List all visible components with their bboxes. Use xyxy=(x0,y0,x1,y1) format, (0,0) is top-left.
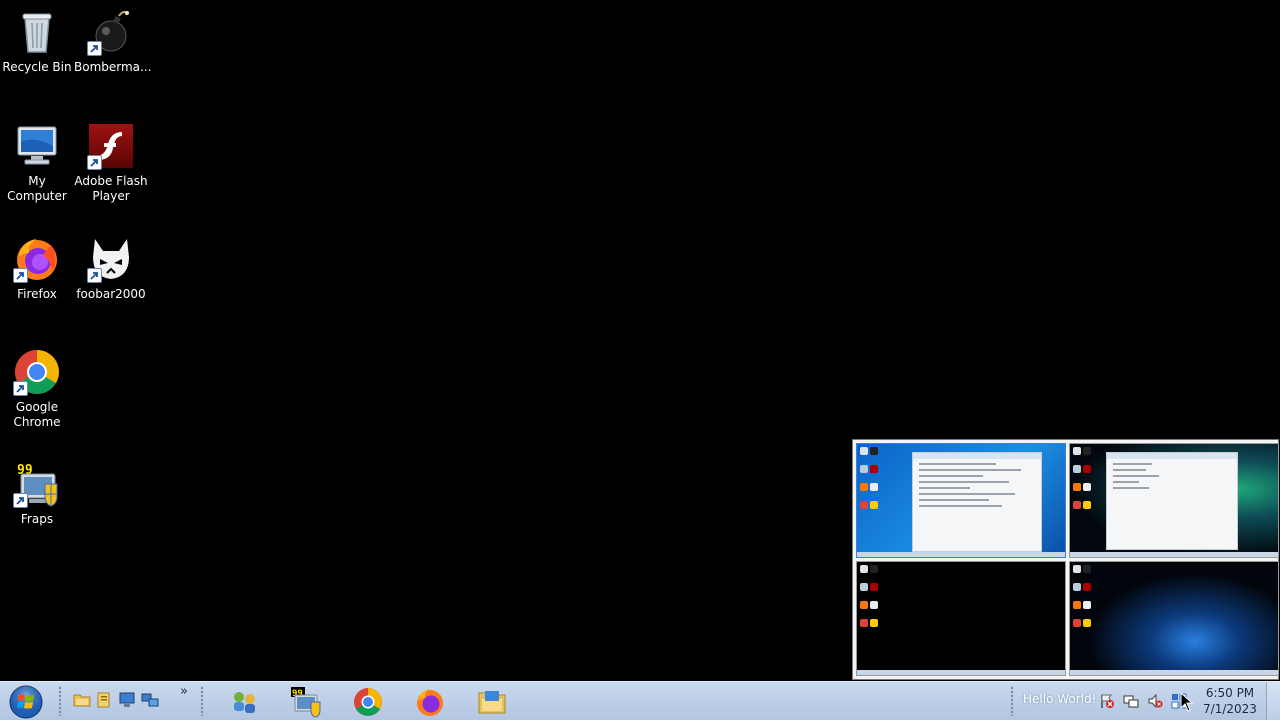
flag-icon xyxy=(1101,694,1114,708)
tray-message: Hello World! xyxy=(1023,692,1097,706)
shortcut-arrow-icon xyxy=(87,41,102,56)
workspace-1-thumbnail[interactable] xyxy=(856,443,1066,558)
workspace-3-thumbnail[interactable] xyxy=(856,561,1066,676)
windows-logo-icon xyxy=(9,685,43,719)
tray-volume[interactable] xyxy=(1147,693,1163,709)
toolbar-grip[interactable] xyxy=(200,686,204,716)
quick-launch-network[interactable] xyxy=(140,690,160,710)
shortcut-arrow-icon xyxy=(13,268,28,283)
mini-window xyxy=(912,452,1042,552)
desktop-icon-fraps[interactable]: 99 Fraps xyxy=(0,460,74,527)
network-icon xyxy=(1123,695,1139,708)
bomb-icon xyxy=(87,8,135,56)
chrome-icon xyxy=(13,348,61,396)
quick-launch-documents[interactable] xyxy=(94,690,114,710)
network-icon xyxy=(141,693,159,707)
fraps-icon: 99 xyxy=(13,460,61,508)
tray-network[interactable] xyxy=(1123,693,1139,709)
shortcut-arrow-icon xyxy=(87,268,102,283)
taskbar-pinned-firefox[interactable] xyxy=(408,684,452,720)
clock-date: 7/1/2023 xyxy=(1203,702,1257,716)
desktop-icon-adobe-flash[interactable]: Adobe Flash Player xyxy=(74,122,148,204)
shortcut-arrow-icon xyxy=(13,493,28,508)
desktop-icon-label: Bomberma... xyxy=(74,60,152,74)
toolbar-grip[interactable] xyxy=(1010,686,1014,716)
desktop-icon-google-chrome[interactable]: Google Chrome xyxy=(0,348,74,430)
taskbar-pinned-explorer[interactable] xyxy=(470,684,514,720)
tray-action-center[interactable] xyxy=(1099,693,1115,709)
network-people-icon xyxy=(234,692,255,713)
documents-icon xyxy=(97,692,110,708)
tray-clock[interactable]: 6:50 PM 7/1/2023 xyxy=(1199,685,1261,717)
taskbar-pinned-chrome[interactable] xyxy=(346,684,390,720)
start-button[interactable] xyxy=(8,685,44,719)
computer-icon xyxy=(13,122,61,170)
desktop-icon-my-computer[interactable]: My Computer xyxy=(0,122,74,204)
quick-launch-computer[interactable] xyxy=(117,690,137,710)
volume-muted-icon xyxy=(1148,693,1163,709)
clock-time: 6:50 PM xyxy=(1205,686,1255,700)
desktop-icon-foobar2000[interactable]: foobar2000 xyxy=(74,235,148,302)
toolbar-grip[interactable] xyxy=(58,686,62,716)
desktop-icon-recycle-bin[interactable]: Recycle Bin xyxy=(0,8,74,75)
desktop-icon-label: foobar2000 xyxy=(76,287,146,301)
taskbar: » 99 Hello World! 6:50 PM 7/1/2023 xyxy=(0,681,1280,720)
desktop-icon-label: Google Chrome xyxy=(13,400,61,429)
taskbar-pinned-network-people[interactable] xyxy=(222,684,266,720)
show-desktop-button[interactable] xyxy=(1266,682,1280,720)
firefox-icon xyxy=(417,689,443,716)
quick-launch-more-chevron[interactable]: » xyxy=(180,684,188,699)
desktop-icon-firefox[interactable]: Firefox xyxy=(0,235,74,302)
workspace-2-thumbnail[interactable] xyxy=(1069,443,1279,558)
shortcut-arrow-icon xyxy=(87,155,102,170)
foobar-icon xyxy=(87,235,135,283)
desktop-icon-bomberman[interactable]: Bomberma... xyxy=(74,8,152,75)
explorer-icon xyxy=(478,691,506,714)
computer-icon xyxy=(119,692,135,707)
folder-icon xyxy=(73,694,91,707)
desktop-icon-label: My Computer xyxy=(7,174,67,203)
desktop-icon-label: Firefox xyxy=(17,287,57,301)
desktop-icon-label: Recycle Bin xyxy=(2,60,72,74)
recycle-bin-icon xyxy=(13,8,61,56)
mini-window xyxy=(1106,452,1238,550)
chrome-icon xyxy=(354,688,382,716)
desktop-icon-label: Adobe Flash Player xyxy=(74,174,148,203)
firefox-icon xyxy=(13,235,61,283)
workspace-4-thumbnail[interactable] xyxy=(1069,561,1279,676)
shortcut-arrow-icon xyxy=(13,381,28,396)
workspace-switcher xyxy=(852,439,1279,680)
taskbar-pinned-fraps[interactable]: 99 xyxy=(284,684,328,720)
fraps-icon: 99 xyxy=(291,687,321,718)
mouse-cursor-icon xyxy=(1180,692,1194,712)
flash-icon xyxy=(87,122,135,170)
quick-launch-folder[interactable] xyxy=(72,690,92,710)
desktop-icon-label: Fraps xyxy=(20,512,54,526)
